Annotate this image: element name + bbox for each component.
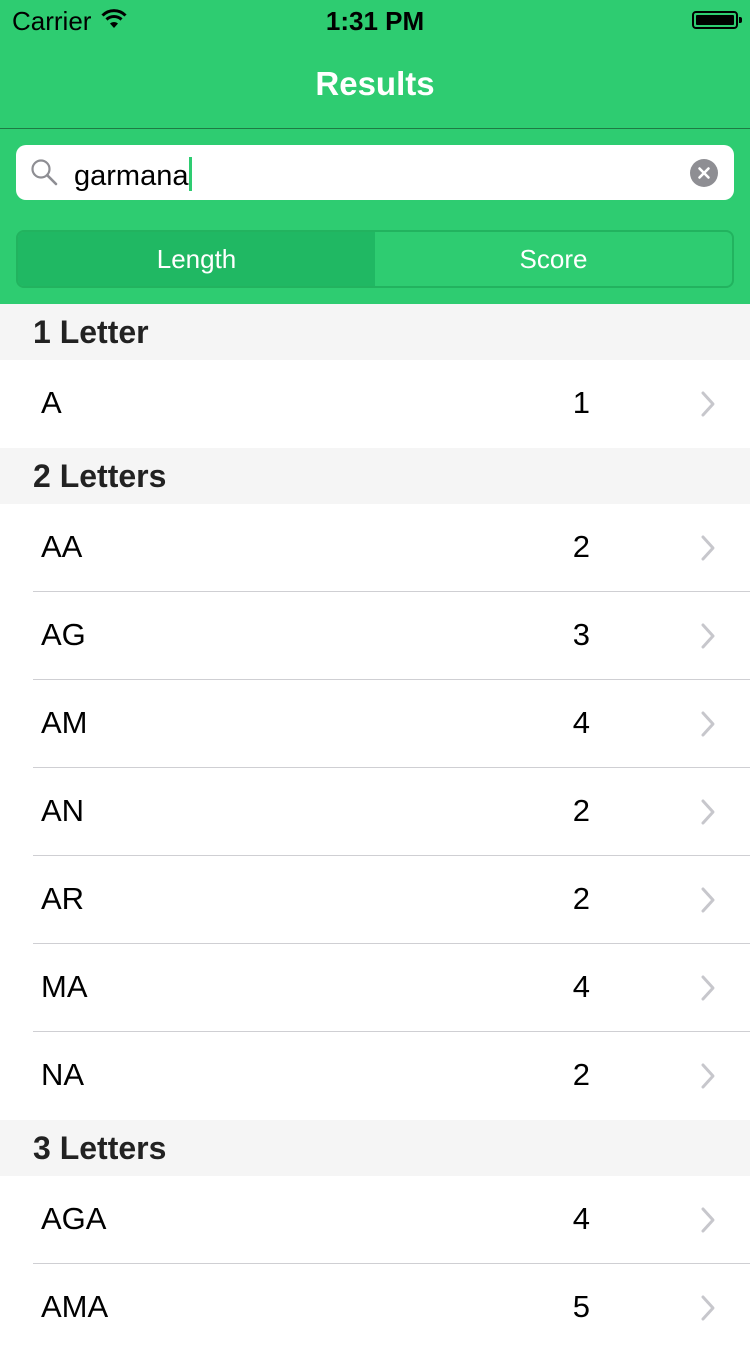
sort-control-area: Length Score (0, 216, 750, 304)
word-label: AG (41, 617, 86, 652)
search-input[interactable]: garmana (16, 145, 734, 200)
list-item[interactable]: AR 2 (0, 856, 750, 944)
score-label: 2 (572, 793, 590, 828)
chevron-right-icon (700, 798, 716, 831)
chevron-right-icon (700, 622, 716, 655)
section-header: 2 Letters (0, 448, 750, 504)
list-item[interactable]: AGA 4 (0, 1176, 750, 1264)
section-header: 1 Letter (0, 304, 750, 360)
status-bar: Carrier 1:31 PM (0, 0, 750, 40)
list-item[interactable]: AN 2 (0, 768, 750, 856)
page-title: Results (315, 65, 435, 102)
navigation-bar: Results (0, 40, 750, 129)
results-list: 1 Letter A 1 2 Letters AA 2 AG 3 AM 4 AN… (0, 304, 750, 1352)
chevron-right-icon (700, 886, 716, 919)
clock: 1:31 PM (325, 6, 425, 36)
word-label: MA (41, 969, 88, 1004)
list-item[interactable]: MA 4 (0, 944, 750, 1032)
search-query: garmana (74, 160, 189, 192)
list-item[interactable]: AG 3 (0, 592, 750, 680)
word-label: AM (41, 705, 88, 740)
word-label: AMA (41, 1289, 109, 1324)
score-label: 2 (572, 1057, 590, 1092)
clear-search-icon[interactable] (690, 159, 718, 187)
section-title: 3 Letters (33, 1130, 167, 1166)
score-label: 4 (572, 969, 590, 1004)
segment-score[interactable]: Score (375, 232, 732, 286)
chevron-right-icon (700, 534, 716, 567)
score-label: 3 (572, 617, 590, 652)
section-header: 3 Letters (0, 1120, 750, 1176)
score-label: 2 (572, 881, 590, 916)
word-label: AR (41, 881, 85, 916)
list-item[interactable]: A 1 (0, 360, 750, 448)
word-label: AA (41, 529, 83, 564)
chevron-right-icon (700, 974, 716, 1007)
word-label: AN (41, 793, 85, 828)
chevron-right-icon (700, 1294, 716, 1327)
score-label: 5 (572, 1289, 590, 1324)
chevron-right-icon (700, 710, 716, 743)
score-label: 4 (572, 1201, 590, 1236)
score-label: 4 (572, 705, 590, 740)
word-label: NA (41, 1057, 85, 1092)
text-caret (189, 157, 193, 191)
section-title: 1 Letter (33, 314, 149, 350)
battery-icon (692, 11, 742, 29)
section-title: 2 Letters (33, 458, 167, 494)
segment-length[interactable]: Length (18, 232, 375, 286)
list-item[interactable]: AA 2 (0, 504, 750, 592)
chevron-right-icon (700, 1206, 716, 1239)
list-item[interactable]: AMA 5 (0, 1264, 750, 1352)
search-bar: garmana (0, 129, 750, 216)
chevron-right-icon (700, 390, 716, 423)
list-item[interactable]: AM 4 (0, 680, 750, 768)
list-item[interactable]: NA 2 (0, 1032, 750, 1120)
word-label: A (41, 385, 62, 420)
search-icon (30, 158, 58, 191)
chevron-right-icon (700, 1062, 716, 1095)
sort-segmented-control: Length Score (16, 230, 734, 288)
score-label: 2 (572, 529, 590, 564)
word-label: AGA (41, 1201, 107, 1236)
score-label: 1 (572, 385, 590, 420)
